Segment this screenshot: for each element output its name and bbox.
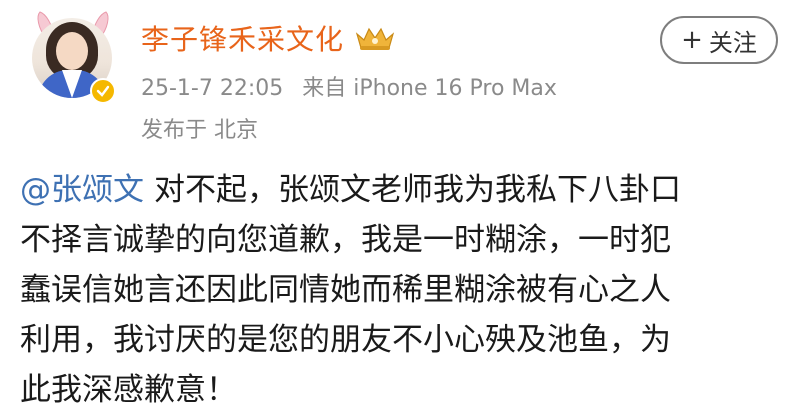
- follow-button[interactable]: + 关注: [660, 16, 778, 64]
- post-source: 来自 iPhone 16 Pro Max: [302, 76, 557, 101]
- follow-button-label: 关注: [708, 28, 757, 57]
- author-name-text[interactable]: 李子锋禾采文化: [141, 18, 344, 58]
- avatar-face: [56, 32, 88, 70]
- crown-icon: [355, 27, 395, 50]
- post-meta: 25-1-7 22:05 来自 iPhone 16 Pro Max: [141, 70, 569, 102]
- post-text: @张颂文 对不起，张颂文老师我为我私下八卦口 不择言诚挚的向您道歉，我是一时糊涂，…: [20, 165, 780, 415]
- post-location: 发布于 北京: [141, 118, 258, 143]
- author-name[interactable]: 李子锋禾采文化: [141, 18, 396, 58]
- verified-badge-icon: [90, 78, 116, 104]
- avatar[interactable]: [28, 10, 118, 104]
- mention-link[interactable]: @张颂文: [20, 172, 144, 208]
- plus-icon: +: [681, 25, 703, 55]
- post-timestamp: 25-1-7 22:05: [141, 76, 284, 101]
